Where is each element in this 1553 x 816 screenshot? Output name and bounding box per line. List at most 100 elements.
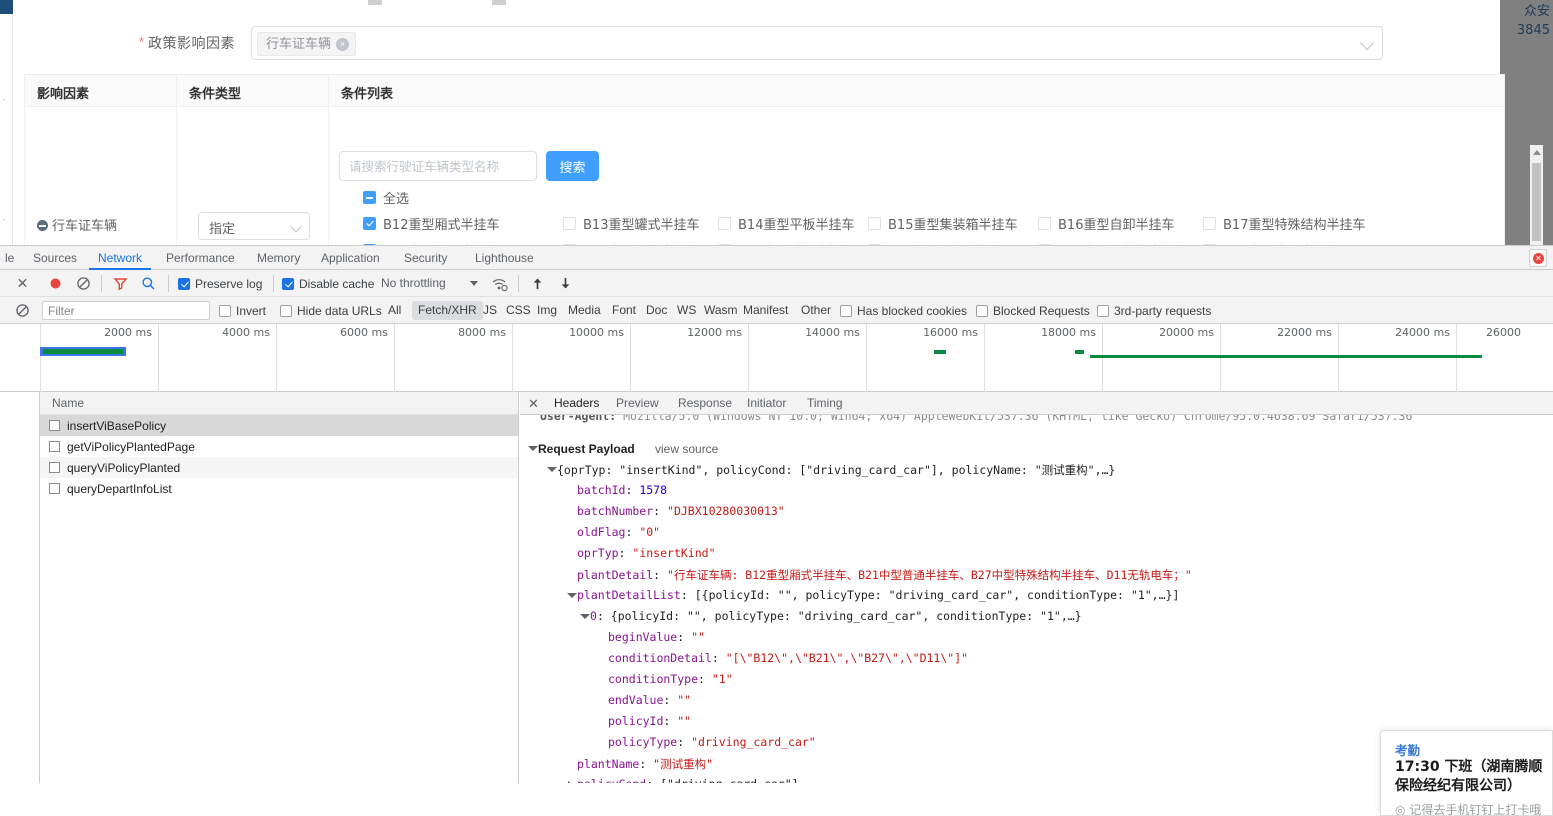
network-split-view: Name insertViBasePolicy getViPolicyPlant…	[0, 392, 1553, 783]
preserve-log-checkbox[interactable]: Preserve log	[178, 270, 262, 297]
checkbox-box-icon	[976, 304, 988, 317]
user-agent-header-truncated: User-Agent: Mozilla/5.0 (Windows NT 10.0…	[540, 415, 1412, 423]
tab-preview[interactable]: Preview	[616, 392, 659, 415]
scrollbar-thumb[interactable]	[1532, 163, 1541, 241]
search-icon[interactable]	[141, 276, 156, 291]
filter-type-doc[interactable]: Doc	[640, 301, 673, 320]
checkbox-B13[interactable]: B13重型罐式半挂车	[563, 214, 718, 233]
devtools-close-button[interactable]: ✕	[1529, 249, 1547, 267]
filter-type-font[interactable]: Font	[606, 301, 642, 320]
select-all-checkbox[interactable]: 全选	[363, 188, 409, 207]
left-edge-tick-1: .	[3, 92, 6, 102]
payload-key: plantName	[577, 757, 640, 771]
table-row[interactable]: getViPolicyPlantedPage	[40, 436, 518, 457]
block-requests-icon[interactable]	[15, 303, 30, 318]
invert-checkbox[interactable]: Invert	[219, 297, 266, 324]
tab-response[interactable]: Response	[678, 392, 732, 415]
condition-list-scrollbar[interactable]	[1530, 145, 1543, 245]
detail-close-icon[interactable]: ✕	[528, 392, 539, 415]
chevron-down-icon[interactable]	[528, 446, 538, 451]
third-party-requests-label: 3rd-party requests	[1114, 303, 1212, 318]
factor-entry: 行车证车辆	[37, 215, 117, 234]
scroll-up-arrow-icon[interactable]	[1533, 150, 1541, 155]
checkbox-B15[interactable]: B15重型集装箱半挂车	[868, 214, 1038, 233]
view-source-link[interactable]: view source	[655, 442, 718, 456]
chevron-down-icon[interactable]	[290, 221, 302, 233]
filter-funnel-icon[interactable]	[113, 276, 128, 291]
selected-tag-driving-card-car[interactable]: 行车证车辆 ×	[257, 32, 357, 56]
payload-entry-index-0: 0: {policyId: "", policyType: "driving_c…	[590, 609, 1082, 623]
right-gray-panel: 众安 3845	[1500, 0, 1553, 245]
filter-type-manifest[interactable]: Manifest	[737, 301, 794, 320]
search-button[interactable]: 搜索	[546, 151, 599, 181]
tab-memory[interactable]: Memory	[248, 246, 309, 270]
user-agent-value: Mozilla/5.0 (Windows NT 10.0; Win64; x64…	[623, 415, 1413, 423]
import-har-icon[interactable]	[530, 276, 545, 291]
tab-application[interactable]: Application	[312, 246, 389, 270]
devtools-tab-strip: le Sources Network Performance Memory Ap…	[0, 246, 1553, 270]
request-type-icon	[49, 462, 60, 473]
tab-timing[interactable]: Timing	[807, 392, 843, 415]
chevron-down-icon[interactable]	[1359, 35, 1375, 51]
factor-name: 行车证车辆	[52, 219, 118, 234]
request-detail-pane: ✕ Headers Preview Response Initiator Tim…	[520, 392, 1553, 783]
export-har-icon[interactable]	[558, 276, 573, 291]
filter-type-img[interactable]: Img	[531, 301, 563, 320]
payload-entry-plantDetail: plantDetail: "行车证车辆: B12重型厢式半挂车、B21中型普通半…	[577, 568, 1192, 582]
table-row[interactable]: queryViPolicyPlanted	[40, 457, 518, 478]
tab-network[interactable]: Network	[89, 246, 152, 270]
payload-key: oprTyp	[577, 546, 619, 560]
checkbox-B12[interactable]: B12重型厢式半挂车	[363, 214, 563, 233]
network-timeline-overview[interactable]: 2000 ms 4000 ms 6000 ms 8000 ms 10000 ms…	[0, 324, 1553, 392]
payload-value: [{policyId: "", policyType: "driving_car…	[694, 588, 1180, 602]
tab-sources[interactable]: Sources	[24, 246, 86, 270]
table-row[interactable]: queryDepartInfoList	[40, 478, 518, 499]
checkbox-box-icon	[563, 217, 576, 230]
filter-type-media[interactable]: Media	[562, 301, 607, 320]
table-row[interactable]: insertViBasePolicy	[40, 415, 518, 436]
checkbox-B17[interactable]: B17重型特殊结构半挂车	[1203, 214, 1365, 233]
tab-security[interactable]: Security	[395, 246, 456, 270]
filter-type-other[interactable]: Other	[795, 301, 837, 320]
policy-factor-label: 政策影响因素	[148, 36, 235, 52]
chevron-down-icon[interactable]	[470, 281, 478, 286]
checkbox-B14[interactable]: B14重型平板半挂车	[718, 214, 868, 233]
has-blocked-cookies-checkbox[interactable]: Has blocked cookies	[840, 297, 967, 324]
hide-data-urls-checkbox[interactable]: Hide data URLs	[280, 297, 382, 324]
clear-close-icon[interactable]: ✕	[14, 270, 31, 297]
chevron-down-icon[interactable]	[547, 467, 557, 472]
blocked-requests-checkbox[interactable]: Blocked Requests	[976, 297, 1090, 324]
request-name: queryViPolicyPlanted	[67, 460, 181, 475]
throttling-select[interactable]: No throttling	[381, 270, 446, 297]
request-list-column-header[interactable]: Name	[40, 392, 518, 415]
chevron-down-icon[interactable]	[567, 593, 577, 598]
tab-headers[interactable]: Headers	[554, 392, 599, 415]
tab-console-truncated[interactable]: le	[0, 246, 23, 270]
tab-initiator[interactable]: Initiator	[747, 392, 786, 415]
filter-type-all[interactable]: All	[382, 301, 407, 320]
filter-type-fetch-xhr[interactable]: Fetch/XHR	[412, 301, 483, 320]
filter-input[interactable]	[42, 301, 210, 320]
payload-entry-policyId: policyId: ""	[608, 714, 692, 728]
condition-type-select[interactable]: 指定	[198, 212, 310, 240]
attendance-notification-toast[interactable]: 考勤 17:30 下班（湖南腾顺保险经纪有限公司） ◎ 记得去手机钉钉上打卡哦	[1380, 730, 1553, 816]
chevron-right-icon[interactable]	[568, 781, 573, 783]
checkbox-B16[interactable]: B16重型自卸半挂车	[1038, 214, 1203, 233]
tag-remove-icon[interactable]: ×	[336, 38, 350, 51]
tab-performance[interactable]: Performance	[157, 246, 244, 270]
chevron-down-icon[interactable]	[580, 614, 590, 619]
clear-network-log-icon[interactable]	[76, 276, 91, 291]
timeline-tick-4000: 4000 ms	[222, 326, 270, 339]
network-conditions-icon[interactable]	[492, 276, 508, 292]
payload-key: policyId	[608, 714, 664, 728]
search-input[interactable]	[339, 151, 537, 181]
third-party-requests-checkbox[interactable]: 3rd-party requests	[1097, 297, 1211, 324]
disable-cache-checkbox[interactable]: Disable cache	[282, 270, 374, 297]
policy-factor-multiselect[interactable]: 行车证车辆 ×	[251, 26, 1383, 60]
timeline-tick-16000: 16000 ms	[923, 326, 978, 339]
collapse-minus-icon[interactable]	[37, 220, 48, 231]
record-icon[interactable]	[48, 276, 63, 291]
request-payload-viewer[interactable]: User-Agent: Mozilla/5.0 (Windows NT 10.0…	[520, 415, 1553, 783]
payload-value: {policyId: "", policyType: "driving_card…	[610, 609, 1082, 623]
tab-lighthouse[interactable]: Lighthouse	[466, 246, 543, 270]
